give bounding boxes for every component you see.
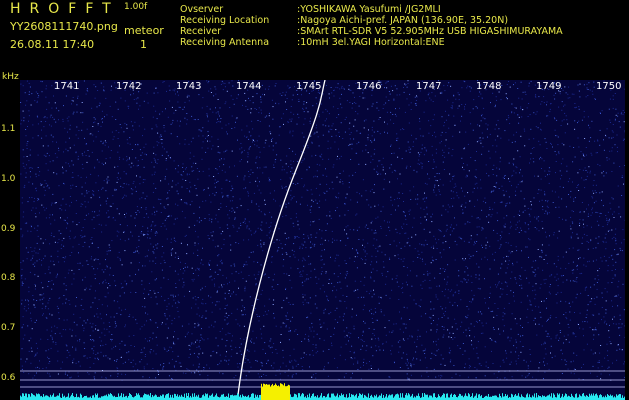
datetime-label: 26.08.11 17:40 xyxy=(10,38,95,51)
y-tick-label: 0.8 xyxy=(1,273,16,283)
x-tick-label: 1747 xyxy=(416,81,442,92)
info-key: Ovserver xyxy=(180,4,224,15)
spectrogram-plot xyxy=(20,80,625,400)
y-tick-label: 1.0 xyxy=(1,174,16,184)
y-tick-label: 0.9 xyxy=(1,224,16,234)
signal-bar xyxy=(261,383,290,400)
x-tick-label: 1750 xyxy=(596,81,622,92)
meteor-trace xyxy=(237,80,326,396)
version-label: 1.00f xyxy=(124,2,148,12)
filename-label: YY2608111740.png xyxy=(10,20,118,33)
x-tick-label: 1741 xyxy=(54,81,80,92)
mode-label: meteor xyxy=(124,24,164,37)
x-tick-label: 1742 xyxy=(116,81,142,92)
info-value: :Nagoya Aichi-pref. JAPAN (136.90E, 35.2… xyxy=(297,15,509,26)
meteor-count: 1 xyxy=(140,38,147,51)
info-key: Receiving Antenna xyxy=(180,37,270,48)
spectrogram-canvas xyxy=(20,80,625,400)
info-key: Receiver xyxy=(180,26,222,37)
x-tick-label: 1744 xyxy=(236,81,262,92)
x-tick-label: 1749 xyxy=(536,81,562,92)
info-value: :SMArt RTL-SDR V5 52.905MHz USB HIGASHIM… xyxy=(297,26,563,37)
info-row-antenna: Receiving Antenna :10mH 3el.YAGI Horizont… xyxy=(180,37,563,48)
x-tick-label: 1746 xyxy=(356,81,382,92)
baseline-noise xyxy=(20,393,625,400)
info-value: :YOSHIKAWA Yasufumi /JG2MLI xyxy=(297,4,441,15)
y-tick-label: 0.6 xyxy=(1,373,16,383)
info-key: Receiving Location xyxy=(180,15,270,26)
noise-layer xyxy=(20,80,625,381)
x-tick-label: 1745 xyxy=(296,81,322,92)
app-title: HROFFT xyxy=(10,1,120,17)
info-row-location: Receiving Location :Nagoya Aichi-pref. JA… xyxy=(180,15,563,26)
info-row-receiver: Receiver :SMArt RTL-SDR V5 52.905MHz USB … xyxy=(180,26,563,37)
y-tick-label: 1.1 xyxy=(1,124,16,134)
info-value: :10mH 3el.YAGI Horizontal:ENE xyxy=(297,37,445,48)
y-tick-label: 0.7 xyxy=(1,323,16,333)
x-tick-label: 1743 xyxy=(176,81,202,92)
y-axis-unit: kHz xyxy=(2,72,19,82)
station-info: Ovserver :YOSHIKAWA Yasufumi /JG2MLI Rece… xyxy=(180,4,563,48)
info-row-observer: Ovserver :YOSHIKAWA Yasufumi /JG2MLI xyxy=(180,4,563,15)
x-tick-label: 1748 xyxy=(476,81,502,92)
